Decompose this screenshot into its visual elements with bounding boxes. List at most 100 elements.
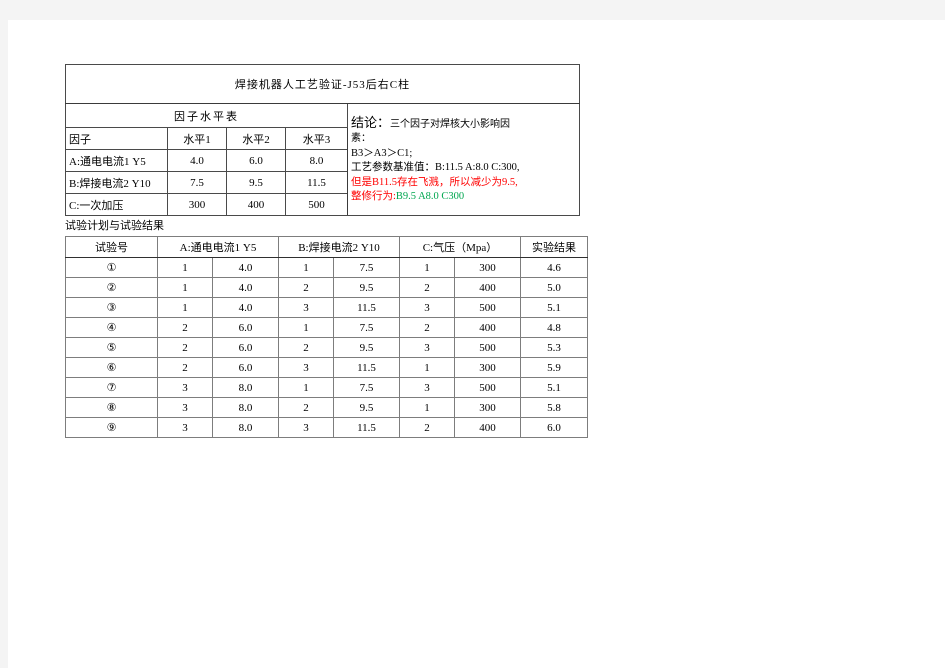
plan-run-9: ⑨: [65, 417, 158, 438]
plan-c-level-3: 3: [399, 297, 455, 318]
plan-a-level-4: 2: [157, 317, 213, 338]
flt-b-l3: 11.5: [285, 171, 348, 194]
conclusion-panel: 结论：三个因子对焊核大小影响因 素： B3＞A3＞C1; 工艺参数基准值：B:1…: [347, 103, 580, 216]
conclusion-line-6-red: 整修行为:: [351, 191, 396, 202]
plan-c-value-2: 400: [454, 277, 521, 298]
conclusion-line-2: 素：: [351, 133, 371, 144]
plan-run-3: ③: [65, 297, 158, 318]
table-row: ⑨ 3 8.0 3 11.5 2 400 6.0: [65, 417, 588, 438]
plan-header-run: 试验号: [65, 236, 158, 258]
conclusion-line-6: 整修行为:B9.5 A8.0 C300: [351, 190, 577, 205]
flt-c-l3: 500: [285, 193, 348, 216]
flt-c-l1: 300: [167, 193, 227, 216]
plan-result-7: 5.1: [520, 377, 588, 398]
plan-a-level-1: 1: [157, 257, 213, 278]
plan-run-1: ①: [65, 257, 158, 278]
plan-b-level-5: 2: [278, 337, 334, 358]
plan-c-level-8: 1: [399, 397, 455, 418]
plan-a-value-4: 6.0: [212, 317, 279, 338]
table-row: ④ 2 6.0 1 7.5 2 400 4.8: [65, 317, 588, 338]
flt-header-factor: 因子: [65, 127, 168, 150]
conclusion-line-1: 结论：三个因子对焊核大小影响因: [351, 114, 577, 133]
plan-run-6: ⑥: [65, 357, 158, 378]
plan-b-value-5: 9.5: [333, 337, 400, 358]
plan-result-8: 5.8: [520, 397, 588, 418]
plan-b-value-1: 7.5: [333, 257, 400, 278]
plan-run-5: ⑤: [65, 337, 158, 358]
plan-c-value-3: 500: [454, 297, 521, 318]
table-row: ⑦ 3 8.0 1 7.5 3 500 5.1: [65, 377, 588, 398]
flt-factor-b: B:焊接电流2 Y10: [65, 171, 168, 194]
plan-a-level-5: 2: [157, 337, 213, 358]
plan-c-level-7: 3: [399, 377, 455, 398]
flt-a-l2: 6.0: [226, 149, 286, 172]
plan-header-factor-a: A:通电电流1 Y5: [157, 236, 279, 258]
conclusion-label: 结论：: [351, 114, 391, 130]
flt-header-level3: 水平3: [285, 127, 348, 150]
plan-b-level-3: 3: [278, 297, 334, 318]
plan-c-value-1: 300: [454, 257, 521, 278]
factor-level-block: 焊接机器人工艺验证-J53后右C柱 因子水平表 结论：三个因子对焊核大小影响因 …: [65, 64, 580, 216]
plan-header-factor-b: B:焊接电流2 Y10: [278, 236, 400, 258]
plan-b-value-9: 11.5: [333, 417, 400, 438]
plan-a-level-9: 3: [157, 417, 213, 438]
plan-result-2: 5.0: [520, 277, 588, 298]
flt-b-l2: 9.5: [226, 171, 286, 194]
conclusion-line-1-text: 三个因子对焊核大小影响因: [390, 118, 511, 130]
plan-b-value-3: 11.5: [333, 297, 400, 318]
plan-run-7: ⑦: [65, 377, 158, 398]
flt-b-l1: 7.5: [167, 171, 227, 194]
plan-run-2: ②: [65, 277, 158, 298]
plan-c-value-7: 500: [454, 377, 521, 398]
plan-result-5: 5.3: [520, 337, 588, 358]
plan-a-value-7: 8.0: [212, 377, 279, 398]
experiment-plan-table: 试验号 A:通电电流1 Y5 B:焊接电流2 Y10 C:气压（Mpa） 实验结…: [65, 236, 588, 438]
plan-b-value-4: 7.5: [333, 317, 400, 338]
plan-c-value-6: 300: [454, 357, 521, 378]
plan-header-result: 实验结果: [520, 236, 588, 258]
table-row: ⑤ 2 6.0 2 9.5 3 500 5.3: [65, 337, 588, 358]
plan-a-level-8: 3: [157, 397, 213, 418]
page-title: 焊接机器人工艺验证-J53后右C柱: [65, 64, 580, 104]
plan-b-level-7: 1: [278, 377, 334, 398]
plan-c-level-1: 1: [399, 257, 455, 278]
plan-a-value-5: 6.0: [212, 337, 279, 358]
plan-b-value-8: 9.5: [333, 397, 400, 418]
flt-factor-a: A:通电电流1 Y5: [65, 149, 168, 172]
plan-c-value-5: 500: [454, 337, 521, 358]
plan-result-1: 4.6: [520, 257, 588, 278]
plan-a-value-1: 4.0: [212, 257, 279, 278]
plan-c-value-9: 400: [454, 417, 521, 438]
plan-c-value-4: 400: [454, 317, 521, 338]
document-page: 焊接机器人工艺验证-J53后右C柱 因子水平表 结论：三个因子对焊核大小影响因 …: [8, 20, 945, 668]
plan-b-value-7: 7.5: [333, 377, 400, 398]
plan-header-factor-c: C:气压（Mpa）: [399, 236, 521, 258]
plan-result-6: 5.9: [520, 357, 588, 378]
plan-a-value-2: 4.0: [212, 277, 279, 298]
factor-level-table-title: 因子水平表: [65, 103, 348, 128]
table-row: ⑥ 2 6.0 3 11.5 1 300 5.9: [65, 357, 588, 378]
plan-b-value-6: 11.5: [333, 357, 400, 378]
plan-b-level-8: 2: [278, 397, 334, 418]
plan-b-level-1: 1: [278, 257, 334, 278]
table-row: ① 1 4.0 1 7.5 1 300 4.6: [65, 257, 588, 278]
conclusion-line-6-green: B9.5 A8.0 C300: [395, 191, 465, 202]
conclusion-line-3: B3＞A3＞C1;: [351, 147, 413, 159]
flt-c-l2: 400: [226, 193, 286, 216]
plan-result-3: 5.1: [520, 297, 588, 318]
plan-a-level-2: 1: [157, 277, 213, 298]
table-row: ② 1 4.0 2 9.5 2 400 5.0: [65, 277, 588, 298]
table-row: ⑧ 3 8.0 2 9.5 1 300 5.8: [65, 397, 588, 418]
plan-c-level-6: 1: [399, 357, 455, 378]
plan-c-level-2: 2: [399, 277, 455, 298]
plan-b-level-9: 3: [278, 417, 334, 438]
flt-header-level2: 水平2: [226, 127, 286, 150]
plan-a-level-6: 2: [157, 357, 213, 378]
plan-a-value-3: 4.0: [212, 297, 279, 318]
plan-run-8: ⑧: [65, 397, 158, 418]
plan-b-level-4: 1: [278, 317, 334, 338]
flt-factor-c: C:一次加压: [65, 193, 168, 216]
flt-header-level1: 水平1: [167, 127, 227, 150]
plan-a-value-6: 6.0: [212, 357, 279, 378]
plan-b-value-2: 9.5: [333, 277, 400, 298]
